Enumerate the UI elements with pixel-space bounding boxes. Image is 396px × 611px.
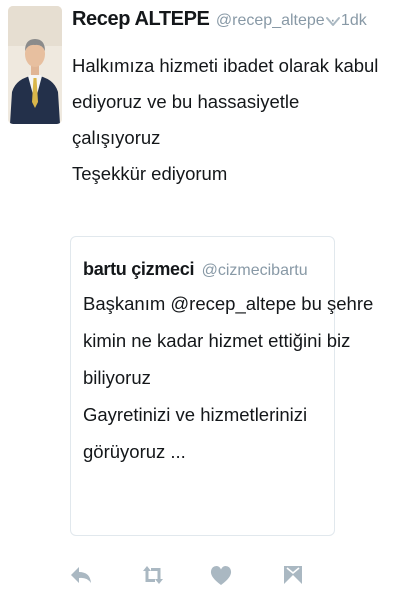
tweet-text-line: Teşekkür ediyorum [72,163,228,184]
quoted-text-line: Gayretinizi ve hizmetlerinizi [83,404,308,425]
quoted-author-name[interactable]: bartu çizmeci [83,259,194,279]
tweet-header: Recep ALTEPE @recep_altepe · 1dk [72,8,367,34]
quoted-tweet-text: Başkanım @recep_altepe bu şehre kimin ne… [83,285,374,470]
tweet-text-line: ediyoruz ve bu hassasiyetle [72,91,300,112]
quoted-text-line: görüyoruz ... [83,441,186,462]
tweet-text-line: Halkımıza hizmeti ibadet olarak kabul [72,55,379,76]
author-handle[interactable]: @recep_altepe [216,12,325,29]
tweet-actions [0,560,396,590]
quoted-text-line: kimin ne kadar hizmet ettiğini biz [83,330,351,351]
quoted-author-handle[interactable]: @cizmecibartu [202,262,308,279]
tweet-text-line: çalışıyoruz [72,127,161,148]
quoted-text-line: Başkanım @recep_altepe bu şehre [83,293,374,314]
quoted-text-line: biliyoruz [83,367,151,388]
author-avatar[interactable] [8,6,62,124]
heart-icon[interactable] [206,560,236,590]
dm-icon[interactable] [278,560,308,590]
author-name[interactable]: Recep ALTEPE [72,8,210,30]
reply-icon[interactable] [66,560,96,590]
tweet-text: Halkımıza hizmeti ibadet olarak kabul ed… [72,48,379,192]
retweet-icon[interactable] [138,560,168,590]
quoted-tweet-header: bartu çizmeci @cizmecibartu [83,259,308,280]
tweet-timestamp[interactable]: 1dk [341,12,367,29]
tweet[interactable]: Recep ALTEPE @recep_altepe · 1dk Halkımı… [0,0,396,611]
quoted-tweet[interactable]: bartu çizmeci @cizmecibartu Başkanım @re… [70,236,374,536]
chevron-down-icon[interactable] [325,15,341,27]
